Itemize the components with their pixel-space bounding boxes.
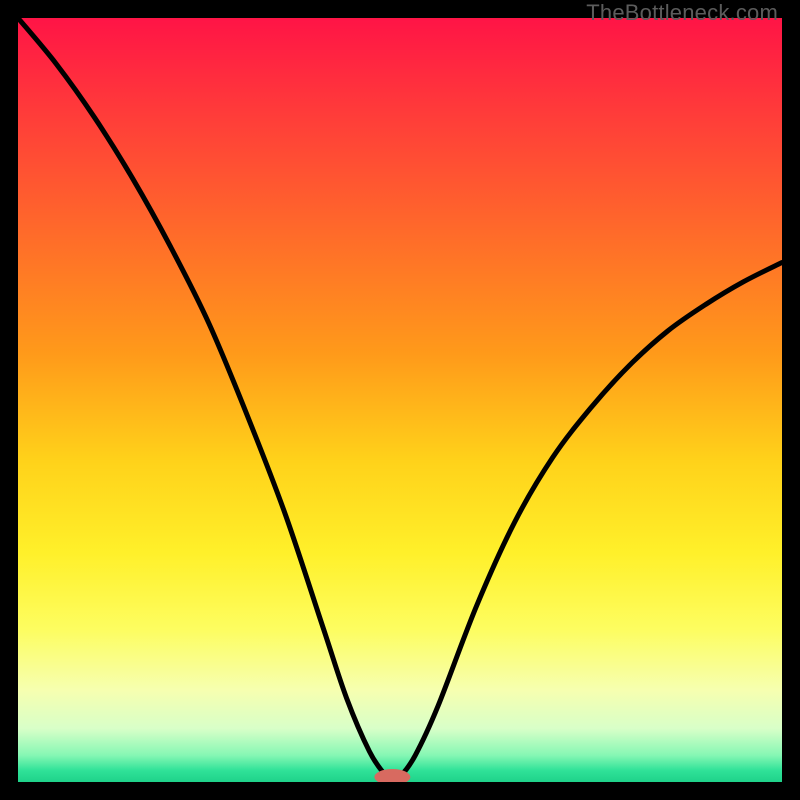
chart-frame: TheBottleneck.com bbox=[0, 0, 800, 800]
watermark-text: TheBottleneck.com bbox=[586, 0, 778, 26]
bottleneck-chart bbox=[18, 18, 782, 782]
gradient-background bbox=[18, 18, 782, 782]
